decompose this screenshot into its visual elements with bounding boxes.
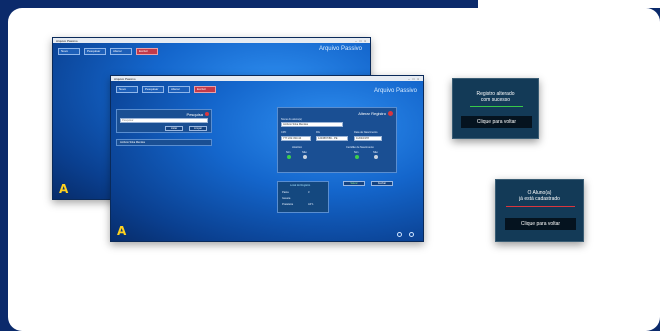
pasta-label: Pasta (282, 191, 289, 194)
close-icon[interactable] (205, 112, 209, 116)
success-message-line2: com sucesso (480, 97, 511, 103)
window-controls[interactable]: – □ × (408, 77, 420, 81)
search-result-label: Antônio Silva Mendes (120, 141, 146, 144)
app-logo-icon: A (117, 224, 127, 238)
window-controls[interactable]: – □ × (355, 39, 367, 43)
cpf-field[interactable]: 777.222.333-44 (281, 136, 311, 141)
name-label: Nome do aluno(a) (281, 118, 302, 121)
save-button[interactable]: Salvar (343, 181, 365, 186)
rg-field[interactable]: 1234567/89 - PE (316, 136, 348, 141)
birth-label: Data de Nascimento (354, 131, 378, 134)
historico-sim-label: Sim (286, 151, 291, 154)
back-window-title: Arquivo Passivo (318, 46, 362, 52)
historico-sim-radio[interactable] (287, 155, 291, 159)
settings-icon[interactable] (397, 232, 402, 237)
front-toolbar: Novo Pesquisar Alterar Excluir (116, 86, 216, 93)
historico-label: Histórico (292, 146, 303, 149)
back-button[interactable]: Clique para voltar (461, 116, 532, 128)
edit-panel-title: Alterar Registro (358, 111, 386, 116)
name-field[interactable]: Antônio Silva Mendes (281, 122, 343, 127)
cpf-label: CPF (281, 131, 287, 134)
certidao-sim-radio[interactable] (355, 155, 359, 159)
novo-button[interactable]: Novo (58, 48, 80, 55)
rg-label: RG (316, 131, 320, 134)
excluir-button[interactable]: Excluir (194, 86, 216, 93)
alterar-button[interactable]: Alterar (168, 86, 190, 93)
historico-nao-label: Não (302, 151, 307, 154)
gaveta-label: Gaveta (282, 197, 291, 200)
excluir-button[interactable]: Excluir (136, 48, 158, 55)
back-window-titlebar: Arquivo Passivo – □ × (53, 38, 370, 43)
certidao-nao-label: Não (373, 151, 378, 154)
edit-panel: Alterar Registro Nome do aluno(a) Antôni… (277, 107, 397, 173)
certidao-nao-radio[interactable] (374, 155, 378, 159)
close-icon[interactable] (388, 111, 393, 116)
error-bar (506, 206, 575, 207)
search-panel-title: Pesquisa (186, 112, 203, 117)
prateleira-label: Prateleira (282, 203, 294, 206)
certidao-label: Certidão de Nascimento (346, 146, 374, 149)
app-logo-icon: A (59, 182, 69, 196)
error-dialog: O Aluno(a) já está cadastrado Clique par… (495, 179, 584, 242)
top-right-corner (478, 0, 660, 8)
front-window-titlebar-text: Arquivo Passivo (114, 76, 136, 81)
search-input[interactable]: Pesquisar (120, 118, 208, 123)
success-dialog: Registro alterado com sucesso Clique par… (452, 78, 539, 139)
front-window-titlebar: Arquivo Passivo – □ × (111, 76, 423, 81)
listar-button[interactable]: Listar (165, 126, 183, 131)
front-window-title: Arquivo Passivo (373, 88, 417, 94)
error-message-line2: já está cadastrado (519, 196, 560, 202)
back-button[interactable]: Clique para voltar (505, 218, 576, 230)
search-result-item[interactable]: Antônio Silva Mendes (116, 139, 212, 146)
pesquisar-button[interactable]: Pesquisar (84, 48, 106, 55)
limpar-button[interactable]: Limpar (189, 126, 207, 131)
novo-button[interactable]: Novo (116, 86, 138, 93)
wifi-icon (409, 232, 414, 237)
success-bar (470, 106, 523, 107)
pasta-value: 3 (308, 191, 310, 194)
alterar-button[interactable]: Alterar (110, 48, 132, 55)
certidao-sim-label: Sim (354, 151, 359, 154)
historico-nao-radio[interactable] (303, 155, 307, 159)
prateleira-value: AP 1 (308, 203, 314, 206)
close-button[interactable]: Fechar (371, 181, 393, 186)
search-panel: Pesquisa Pesquisar Listar Limpar (116, 109, 212, 133)
front-window: Arquivo Passivo – □ × Novo Pesquisar Alt… (110, 75, 424, 242)
back-window-titlebar-text: Arquivo Passivo (56, 38, 78, 43)
location-panel: Local do Registro Pasta 3 Gaveta Pratele… (277, 181, 329, 213)
pesquisar-button[interactable]: Pesquisar (142, 86, 164, 93)
back-toolbar: Novo Pesquisar Alterar Excluir (58, 48, 158, 55)
birth-field[interactable]: 11/04/1978 (354, 136, 382, 141)
location-panel-title: Local do Registro (290, 184, 311, 187)
